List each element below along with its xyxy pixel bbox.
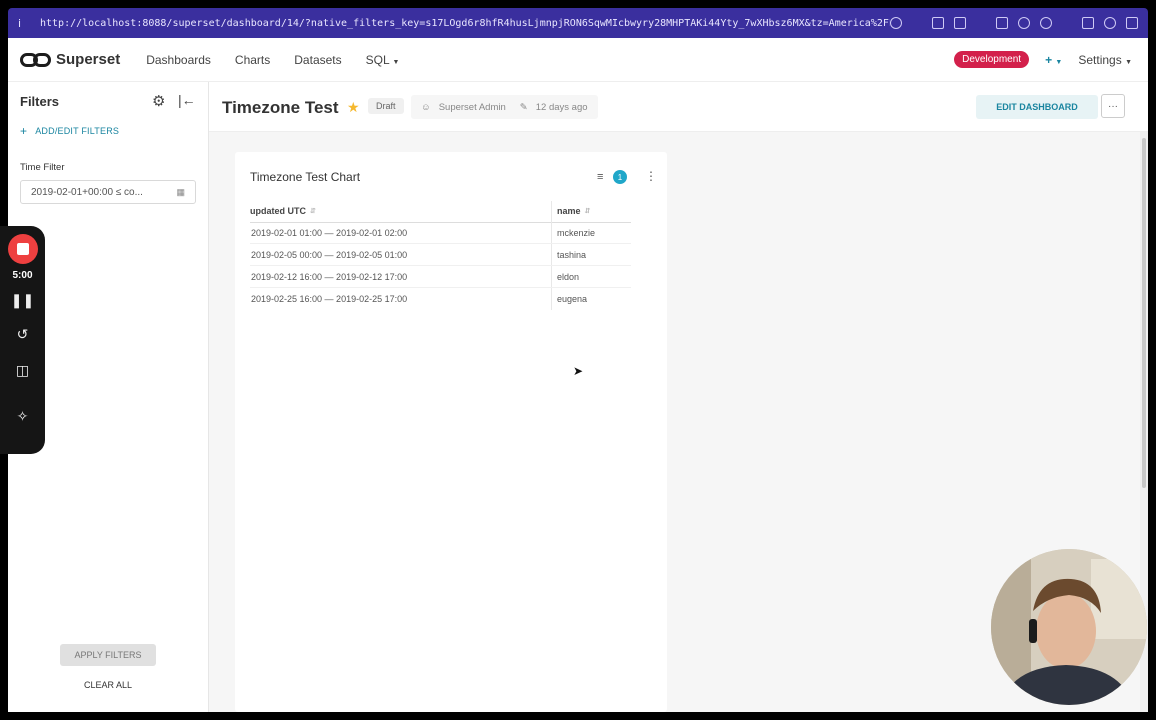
cell-updated: 2019-02-05 00:00 — 2019-02-05 01:00: [251, 250, 408, 260]
dashboard-metadata: ☺ Superset Admin ✎ 12 days ago: [411, 95, 598, 119]
chart-card: Timezone Test Chart ≡ 1 ⋮ updated UTC ⇵ …: [235, 152, 667, 712]
collapse-left-icon[interactable]: |←: [178, 92, 196, 108]
settings-menu[interactable]: Settings ▼: [1078, 53, 1132, 67]
time-filter-value: 2019-02-01+00:00 ≤ co...: [31, 186, 143, 198]
link-icon[interactable]: [890, 17, 902, 29]
restart-icon[interactable]: ↺: [0, 326, 45, 343]
settings-label: Settings: [1078, 52, 1122, 67]
table-row: 2019-02-12 16:00 — 2019-02-12 17:00 eldo…: [250, 267, 631, 288]
brand-name: Superset: [56, 51, 121, 68]
cell-updated: 2019-02-12 16:00 — 2019-02-12 17:00: [251, 272, 408, 282]
sidebar-toggle-icon[interactable]: [1126, 17, 1138, 29]
modified-time: 12 days ago: [535, 101, 588, 113]
caret-down-icon: ▼: [1125, 58, 1132, 66]
caret-down-icon: ▼: [392, 58, 400, 66]
star-icon[interactable]: ★: [347, 99, 360, 116]
table-row: 2019-02-05 00:00 — 2019-02-05 01:00 tash…: [250, 245, 631, 266]
cell-name: mckenzie: [557, 228, 596, 238]
add-edit-filters-button[interactable]: + ADD/EDIT FILTERS: [20, 124, 119, 138]
plus-icon: +: [20, 124, 28, 138]
nav-datasets[interactable]: Datasets: [294, 53, 341, 67]
url-text[interactable]: http://localhost:8088/superset/dashboard…: [40, 18, 890, 29]
cell-name: eldon: [557, 272, 580, 282]
screen-frame: i http://localhost:8088/superset/dashboa…: [0, 0, 1156, 720]
more-options-button[interactable]: ···: [1101, 94, 1125, 118]
mail-icon[interactable]: [996, 17, 1008, 29]
environment-badge: Development: [954, 51, 1030, 68]
nav-sql-menu[interactable]: SQL ▼: [366, 53, 400, 67]
stop-recording-button[interactable]: [8, 234, 38, 264]
cast-icon[interactable]: [932, 17, 944, 29]
table-row: 2019-02-25 16:00 — 2019-02-25 17:00 euge…: [250, 289, 631, 310]
top-navbar: Superset Dashboards Charts Datasets SQL …: [8, 38, 1148, 82]
filter-count-badge[interactable]: 1: [613, 170, 627, 184]
apply-filters-button[interactable]: APPLY FILTERS: [60, 644, 156, 666]
profile-icon[interactable]: [1104, 17, 1116, 29]
webcam-overlay: [991, 549, 1147, 705]
table-row: 2019-02-01 01:00 — 2019-02-01 02:00 mcke…: [250, 223, 631, 244]
plus-icon: +: [1045, 52, 1053, 67]
sort-icon: ⇵: [584, 208, 591, 215]
new-item-menu[interactable]: + ▼: [1045, 53, 1062, 67]
globe-icon[interactable]: [1018, 17, 1030, 29]
pencil-icon: ✎: [519, 101, 528, 113]
nav-charts[interactable]: Charts: [235, 53, 270, 67]
superset-logo[interactable]: Superset: [20, 51, 120, 68]
filter-icon[interactable]: ≡: [597, 171, 603, 183]
navbar-right: Development + ▼ Settings ▼: [954, 51, 1132, 68]
camera-icon[interactable]: [954, 17, 966, 29]
sort-icon: ⇵: [310, 208, 316, 215]
gear-icon[interactable]: ⚙: [152, 92, 165, 110]
nav-dashboards[interactable]: Dashboards: [146, 53, 211, 67]
puzzle-icon[interactable]: [1040, 17, 1052, 29]
column-header-updated[interactable]: updated UTC ⇵: [250, 201, 550, 221]
dashboard-title[interactable]: Timezone Test: [222, 98, 339, 118]
cell-name: tashina: [557, 250, 587, 260]
infinity-logo-icon: [20, 52, 52, 67]
status-badge[interactable]: Draft: [368, 98, 404, 114]
nav-sql-label: SQL: [365, 52, 390, 67]
column-header-label: updated UTC: [250, 206, 306, 216]
column-header-name[interactable]: name ⇵: [557, 201, 627, 221]
time-filter-input[interactable]: 2019-02-01+00:00 ≤ co... ▦: [20, 180, 196, 204]
caret-down-icon: ▼: [1055, 58, 1063, 66]
browser-toolbar: [890, 17, 1138, 29]
draw-icon[interactable]: ✧: [0, 408, 45, 425]
edit-dashboard-button[interactable]: EDIT DASHBOARD: [976, 95, 1098, 119]
column-header-label: name: [557, 206, 581, 216]
user-icon: ☺: [421, 101, 431, 113]
chart-menu-icon[interactable]: ⋮: [645, 169, 657, 183]
site-info-icon[interactable]: i: [18, 17, 32, 30]
pause-icon[interactable]: ❚❚: [0, 292, 45, 309]
screen-recorder-toolbar: 5:00 ❚❚ ↺ ◫ ✧: [0, 226, 45, 454]
add-edit-filters-label: ADD/EDIT FILTERS: [35, 126, 120, 136]
cell-updated: 2019-02-01 01:00 — 2019-02-01 02:00: [251, 228, 408, 238]
webcam-person-image: [991, 549, 1147, 705]
browser-url-bar[interactable]: i http://localhost:8088/superset/dashboa…: [8, 8, 1148, 38]
chart-title: Timezone Test Chart: [250, 170, 361, 184]
extension-icon[interactable]: [1082, 17, 1094, 29]
cell-name: eugena: [557, 294, 588, 304]
clear-all-button[interactable]: CLEAR ALL: [60, 680, 156, 690]
owner-name: Superset Admin: [438, 101, 506, 113]
mouse-cursor-icon: ➤: [573, 364, 584, 378]
recording-timer: 5:00: [12, 270, 33, 281]
cell-updated: 2019-02-25 16:00 — 2019-02-25 17:00: [251, 294, 408, 304]
time-filter-label: Time Filter: [20, 162, 65, 173]
calendar-icon: ▦: [176, 186, 185, 197]
trash-icon[interactable]: ◫: [0, 362, 45, 379]
filters-heading: Filters: [20, 94, 60, 109]
